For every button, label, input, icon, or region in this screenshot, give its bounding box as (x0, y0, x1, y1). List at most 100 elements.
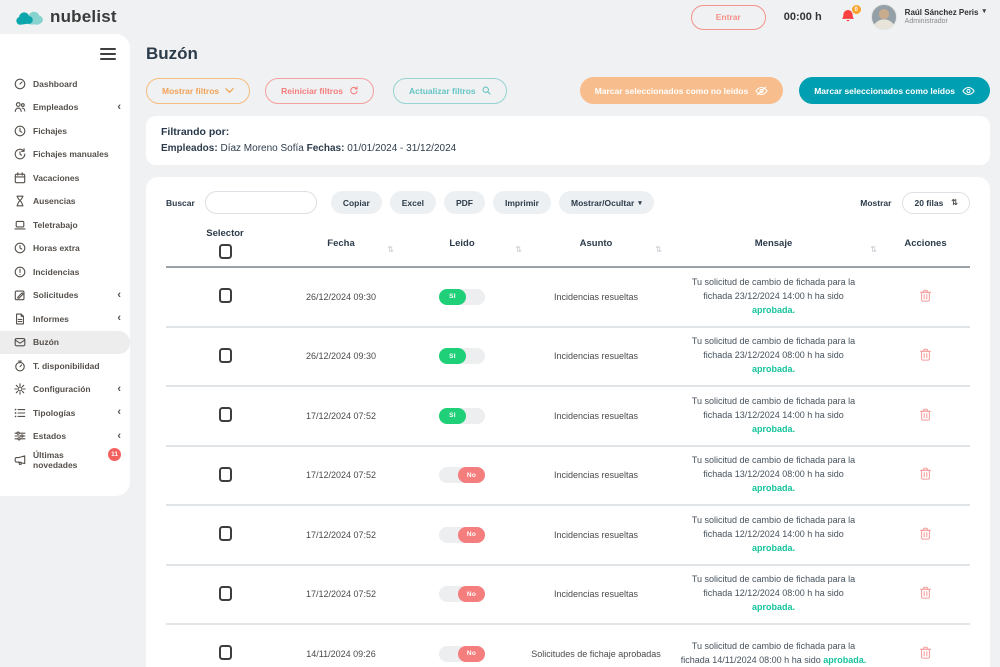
hamburger-menu-icon[interactable] (100, 48, 116, 60)
cell-asunto: Incidencias resueltas (553, 410, 639, 421)
show-hide-columns-button[interactable]: Mostrar/Ocultar ▾ (558, 191, 654, 214)
sidebar-item-incidencias[interactable]: Incidencias (0, 260, 130, 284)
notifications-bell-icon[interactable]: 0 (840, 4, 862, 26)
eye-off-icon (755, 86, 768, 96)
sidebar-item-vacaciones[interactable]: Vacaciones (0, 166, 130, 190)
sort-icon[interactable]: ⇅ (870, 245, 877, 254)
dates-label: Fechas: (306, 143, 345, 154)
delete-trash-icon[interactable] (919, 527, 932, 541)
list-icon (14, 408, 26, 417)
brand-name: nubelist (50, 7, 117, 26)
delete-trash-icon[interactable] (919, 289, 932, 303)
column-selector: Selector (166, 228, 284, 259)
table-row: 26/12/2024 09:30 SI Incidencias resuelta… (166, 268, 970, 328)
copy-button[interactable]: Copiar (330, 191, 382, 214)
leido-toggle[interactable]: SI (439, 288, 485, 305)
column-leido[interactable]: Leido ⇅ (398, 238, 526, 254)
user-avatar[interactable] (870, 4, 897, 30)
delete-trash-icon[interactable] (919, 348, 932, 362)
print-button[interactable]: Imprimir (492, 191, 551, 214)
sidebar-item-estados[interactable]: Estados ‹ (0, 425, 130, 449)
delete-trash-icon[interactable] (919, 408, 932, 422)
cell-asunto: Solicitudes de fichaje aprobadas (531, 648, 661, 659)
inbox-icon (14, 338, 26, 347)
sidebar-item-informes[interactable]: Informes ‹ (0, 307, 130, 331)
table-row: 17/12/2024 07:52 SI Incidencias resuelta… (166, 387, 970, 447)
sidebar-item-configuracion[interactable]: Configuración ‹ (0, 378, 130, 402)
sidebar: Dashboard Empleados ‹ Fichajes Fichajes … (0, 34, 130, 496)
status-approved: aprobada. (751, 542, 795, 553)
row-checkbox[interactable] (218, 645, 232, 661)
column-asunto[interactable]: Asunto ⇅ (526, 238, 666, 254)
status-approved: aprobada. (823, 654, 867, 665)
stopwatch-icon (15, 360, 25, 372)
sidebar-item-tipologias[interactable]: Tipologías ‹ (0, 401, 130, 425)
cell-asunto: Incidencias resueltas (553, 470, 639, 481)
leido-toggle[interactable]: No (439, 586, 485, 603)
novedades-badge: 11 (108, 448, 121, 462)
delete-trash-icon[interactable] (919, 586, 932, 600)
column-fecha[interactable]: Fecha ⇅ (284, 238, 398, 254)
leido-toggle[interactable]: No (439, 467, 485, 484)
mark-unread-button[interactable]: Marcar seleccionados como no leídos (579, 77, 784, 104)
cloud-logo-icon (16, 11, 43, 25)
cell-mensaje: Tu solicitud de cambio de fichada para l… (691, 574, 856, 613)
clock-rotate-icon (14, 148, 26, 160)
sort-icon[interactable]: ⇅ (655, 245, 662, 254)
edit-icon (14, 290, 25, 301)
laptop-icon (14, 220, 26, 230)
actualizar-filtros-button[interactable]: Actualizar filtros (393, 77, 507, 104)
column-mensaje[interactable]: Mensaje ⇅ (666, 238, 881, 254)
cell-fecha: 17/12/2024 07:52 (305, 470, 377, 481)
table-header: Selector Fecha ⇅ Leido ⇅ Asunto ⇅ Mensaj… (166, 228, 970, 268)
reiniciar-filtros-button[interactable]: Reiniciar filtros (265, 77, 375, 104)
sidebar-item-fichajes-manuales[interactable]: Fichajes manuales (0, 143, 130, 167)
status-approved: aprobada. (751, 602, 795, 613)
excel-button[interactable]: Excel (389, 191, 436, 214)
search-icon (482, 86, 491, 95)
leido-toggle[interactable]: SI (439, 407, 485, 424)
row-checkbox[interactable] (218, 407, 232, 423)
sort-icon[interactable]: ⇅ (387, 245, 394, 254)
sidebar-item-t-disponibilidad[interactable]: T. disponibilidad (0, 354, 130, 378)
row-checkbox[interactable] (218, 526, 232, 542)
search-input[interactable] (204, 191, 317, 214)
sidebar-item-dashboard[interactable]: Dashboard (0, 72, 130, 96)
filter-button-row: Mostrar filtros Reiniciar filtros Actual… (146, 77, 990, 104)
sidebar-item-solicitudes[interactable]: Solicitudes ‹ (0, 284, 130, 308)
entrar-button[interactable]: Entrar (690, 4, 766, 30)
column-acciones: Acciones (904, 238, 947, 249)
sort-icon[interactable]: ⇅ (515, 245, 522, 254)
delete-trash-icon[interactable] (919, 467, 932, 481)
sidebar-item-horas-extra[interactable]: Horas extra (0, 237, 130, 261)
sidebar-item-ultimas-novedades[interactable]: Últimas novedades 11 (0, 448, 130, 472)
user-menu[interactable]: Raúl Sánchez Peris ▾ Administrador (905, 8, 986, 27)
row-checkbox[interactable] (218, 347, 232, 363)
cell-mensaje: Tu solicitud de cambio de fichada para l… (691, 336, 856, 375)
megaphone-icon (14, 455, 26, 465)
page-title: Buzón (146, 44, 198, 63)
select-all-checkbox[interactable] (218, 244, 232, 259)
mostrar-filtros-button[interactable]: Mostrar filtros (146, 77, 251, 104)
chevron-down-icon (225, 88, 234, 93)
delete-trash-icon[interactable] (919, 646, 932, 660)
rows-per-page-group: Mostrar 20 filas ⇅ (860, 191, 970, 214)
sidebar-item-ausencias[interactable]: Ausencias (0, 190, 130, 214)
sidebar-item-empleados[interactable]: Empleados ‹ (0, 96, 130, 120)
row-checkbox[interactable] (218, 466, 232, 482)
pdf-button[interactable]: PDF (443, 191, 485, 214)
leido-toggle[interactable]: No (439, 645, 485, 662)
row-checkbox[interactable] (218, 288, 232, 304)
mark-read-button[interactable]: Marcar seleccionados como leídos (799, 77, 990, 104)
table-row: 14/11/2024 09:26 No Solicitudes de ficha… (166, 625, 970, 667)
leido-toggle[interactable]: SI (439, 348, 485, 365)
sidebar-item-fichajes[interactable]: Fichajes (0, 119, 130, 143)
leido-toggle[interactable]: No (439, 526, 485, 543)
user-role: Administrador (904, 17, 948, 25)
row-checkbox[interactable] (218, 585, 232, 601)
refresh-icon (350, 86, 358, 95)
sidebar-item-buzon[interactable]: Buzón (0, 330, 130, 354)
sidebar-item-teletrabajo[interactable]: Teletrabajo (0, 213, 130, 237)
status-approved: aprobada. (751, 483, 795, 494)
rows-per-page-select[interactable]: 20 filas ⇅ (902, 191, 970, 214)
